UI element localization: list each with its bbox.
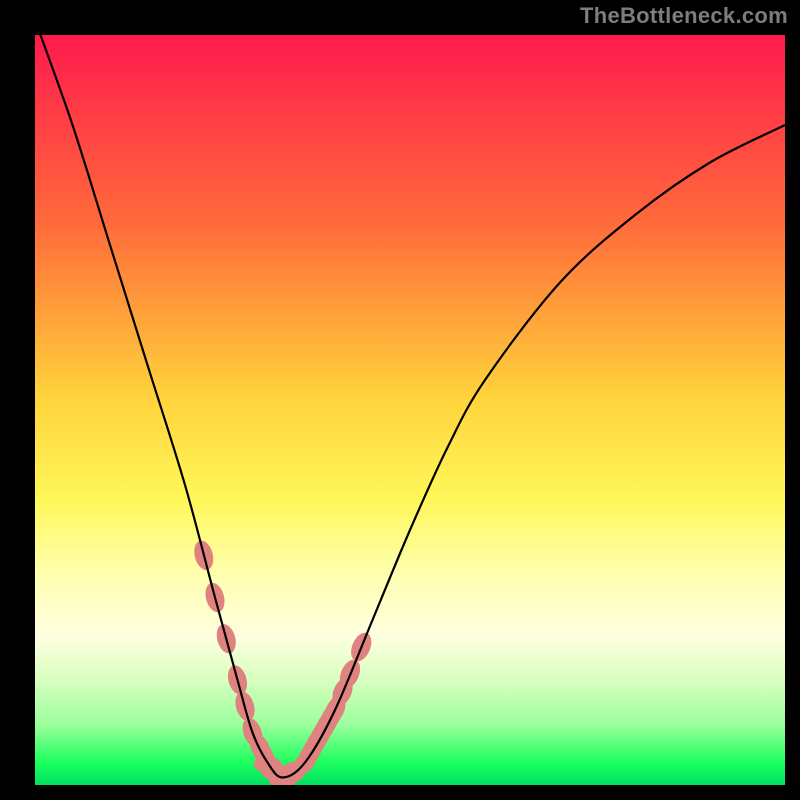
chart-svg	[35, 35, 785, 785]
chart-frame: TheBottleneck.com	[0, 0, 800, 800]
bottleneck-curve	[35, 35, 785, 778]
plot-area	[35, 35, 785, 785]
marker-dots-group	[191, 539, 375, 786]
watermark-text: TheBottleneck.com	[580, 3, 788, 29]
